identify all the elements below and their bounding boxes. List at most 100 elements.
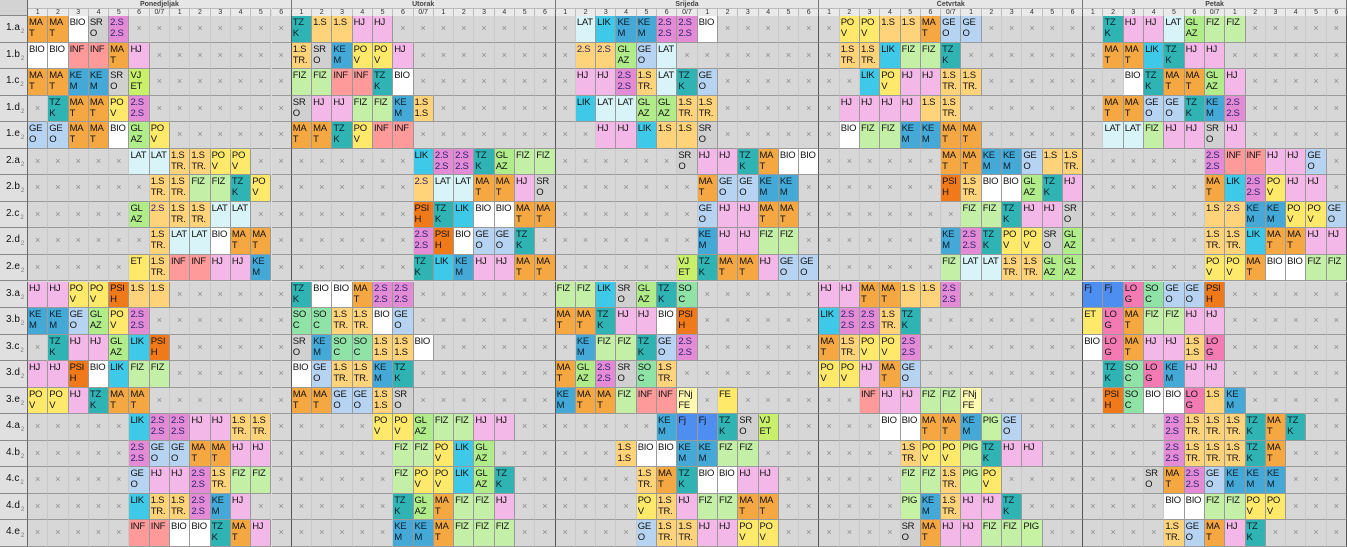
lesson-cell[interactable]: 2.S 2.S (657, 16, 678, 43)
lesson-cell[interactable]: 1.S TR. (291, 42, 313, 70)
empty-slot[interactable]: × (474, 122, 495, 149)
lesson-cell[interactable]: PSI H (1103, 387, 1124, 415)
lesson-cell[interactable]: TZ K (717, 414, 739, 441)
empty-slot[interactable]: × (1103, 493, 1124, 521)
lesson-cell[interactable]: PO V (819, 361, 840, 388)
empty-slot[interactable]: × (1062, 361, 1084, 388)
lesson-cell[interactable]: 1.S TR. (1225, 414, 1246, 441)
empty-slot[interactable]: × (677, 42, 698, 70)
empty-slot[interactable]: × (535, 308, 556, 335)
empty-slot[interactable]: × (1042, 467, 1063, 494)
lesson-cell[interactable]: 1.S TR. (697, 95, 718, 123)
lesson-cell[interactable]: BIO (717, 467, 739, 494)
lesson-cell[interactable]: PIG (961, 467, 982, 494)
empty-slot[interactable]: × (474, 308, 495, 335)
empty-slot[interactable]: × (109, 175, 130, 202)
empty-slot[interactable]: × (616, 467, 637, 494)
empty-slot[interactable]: × (291, 493, 313, 521)
lesson-cell[interactable]: FIZ (454, 520, 475, 547)
lesson-cell[interactable]: GE O (657, 334, 678, 362)
empty-slot[interactable]: × (981, 42, 1003, 70)
empty-slot[interactable]: × (332, 493, 353, 521)
lesson-cell[interactable]: MA T (880, 281, 901, 309)
empty-slot[interactable]: × (312, 520, 333, 547)
empty-slot[interactable]: × (88, 201, 110, 229)
lesson-cell[interactable]: PO V (48, 387, 69, 415)
empty-slot[interactable]: × (28, 414, 49, 441)
empty-slot[interactable]: × (28, 520, 49, 547)
empty-slot[interactable]: × (1062, 440, 1084, 468)
lesson-cell[interactable]: MA T (1164, 467, 1185, 494)
lesson-cell[interactable]: 1.S TR. (1022, 254, 1043, 282)
empty-slot[interactable]: × (1083, 440, 1104, 468)
empty-slot[interactable]: × (251, 334, 272, 362)
lesson-cell[interactable]: PO V (859, 334, 881, 362)
empty-slot[interactable]: × (312, 467, 333, 494)
lesson-cell[interactable]: GL AZ (657, 95, 678, 123)
lesson-cell[interactable]: PO V (28, 387, 49, 415)
empty-slot[interactable]: × (1245, 281, 1266, 309)
empty-slot[interactable]: × (1306, 467, 1327, 494)
empty-slot[interactable]: × (799, 334, 820, 362)
lesson-cell[interactable]: MA T (1123, 42, 1145, 70)
lesson-cell[interactable]: KE M (372, 361, 394, 388)
lesson-cell[interactable]: PO V (210, 148, 231, 176)
empty-slot[interactable]: × (799, 201, 820, 229)
lesson-cell[interactable]: MA T (88, 122, 110, 149)
lesson-cell[interactable]: BIO (839, 122, 860, 149)
lesson-cell[interactable]: 1.S (880, 16, 901, 43)
lesson-cell[interactable]: FIZ (1204, 493, 1226, 521)
empty-slot[interactable]: × (1326, 361, 1347, 388)
lesson-cell[interactable]: GE O (636, 42, 658, 70)
lesson-cell[interactable]: PO V (1286, 201, 1307, 229)
empty-slot[interactable]: × (372, 175, 394, 202)
empty-slot[interactable]: × (839, 175, 860, 202)
lesson-cell[interactable]: PSI H (1204, 281, 1226, 309)
empty-slot[interactable]: × (1083, 42, 1104, 70)
lesson-cell[interactable]: KE M (657, 414, 678, 441)
lesson-cell[interactable]: Fj (677, 414, 698, 441)
empty-slot[interactable]: × (1286, 95, 1307, 123)
lesson-cell[interactable]: BIO (332, 281, 353, 309)
empty-slot[interactable]: × (961, 281, 982, 309)
empty-slot[interactable]: × (575, 148, 597, 176)
lesson-cell[interactable]: FIZ (393, 467, 414, 494)
lesson-cell[interactable]: BIO (393, 69, 414, 96)
lesson-cell[interactable]: PO V (109, 308, 130, 335)
empty-slot[interactable]: × (393, 201, 414, 229)
lesson-cell[interactable]: KE M (88, 69, 110, 96)
empty-slot[interactable]: × (170, 281, 191, 309)
empty-slot[interactable]: × (129, 16, 150, 43)
empty-slot[interactable]: × (271, 42, 292, 70)
lesson-cell[interactable]: PIG (961, 440, 982, 468)
empty-slot[interactable]: × (1265, 69, 1287, 96)
empty-slot[interactable]: × (474, 387, 495, 415)
empty-slot[interactable]: × (575, 440, 597, 468)
lesson-cell[interactable]: BIO (1123, 69, 1145, 96)
empty-slot[interactable]: × (1002, 122, 1023, 149)
empty-slot[interactable]: × (271, 254, 292, 282)
empty-slot[interactable]: × (1123, 254, 1145, 282)
empty-slot[interactable]: × (1306, 440, 1327, 468)
lesson-cell[interactable]: GL AZ (129, 122, 150, 149)
lesson-cell[interactable]: HJ (1286, 175, 1307, 202)
lesson-cell[interactable]: KE M (961, 414, 982, 441)
lesson-cell[interactable]: BIO (68, 16, 89, 43)
empty-slot[interactable]: × (1144, 414, 1165, 441)
lesson-cell[interactable]: MA T (535, 254, 556, 282)
lesson-cell[interactable]: HJ (1062, 175, 1084, 202)
empty-slot[interactable]: × (961, 361, 982, 388)
lesson-cell[interactable]: SR O (1204, 122, 1226, 149)
empty-slot[interactable]: × (1144, 254, 1165, 282)
lesson-cell[interactable]: 2.S 2.S (1204, 148, 1226, 176)
lesson-cell[interactable]: GE O (1306, 148, 1327, 176)
lesson-cell[interactable]: MA T (28, 69, 49, 96)
lesson-cell[interactable]: HJ (1022, 201, 1043, 229)
empty-slot[interactable]: × (291, 520, 313, 547)
lesson-cell[interactable]: GE O (1022, 148, 1043, 176)
empty-slot[interactable]: × (494, 281, 515, 309)
lesson-cell[interactable]: GE O (1204, 467, 1226, 494)
lesson-cell[interactable]: HJ (1123, 16, 1145, 43)
empty-slot[interactable]: × (1022, 42, 1043, 70)
lesson-cell[interactable]: MA T (28, 16, 49, 43)
